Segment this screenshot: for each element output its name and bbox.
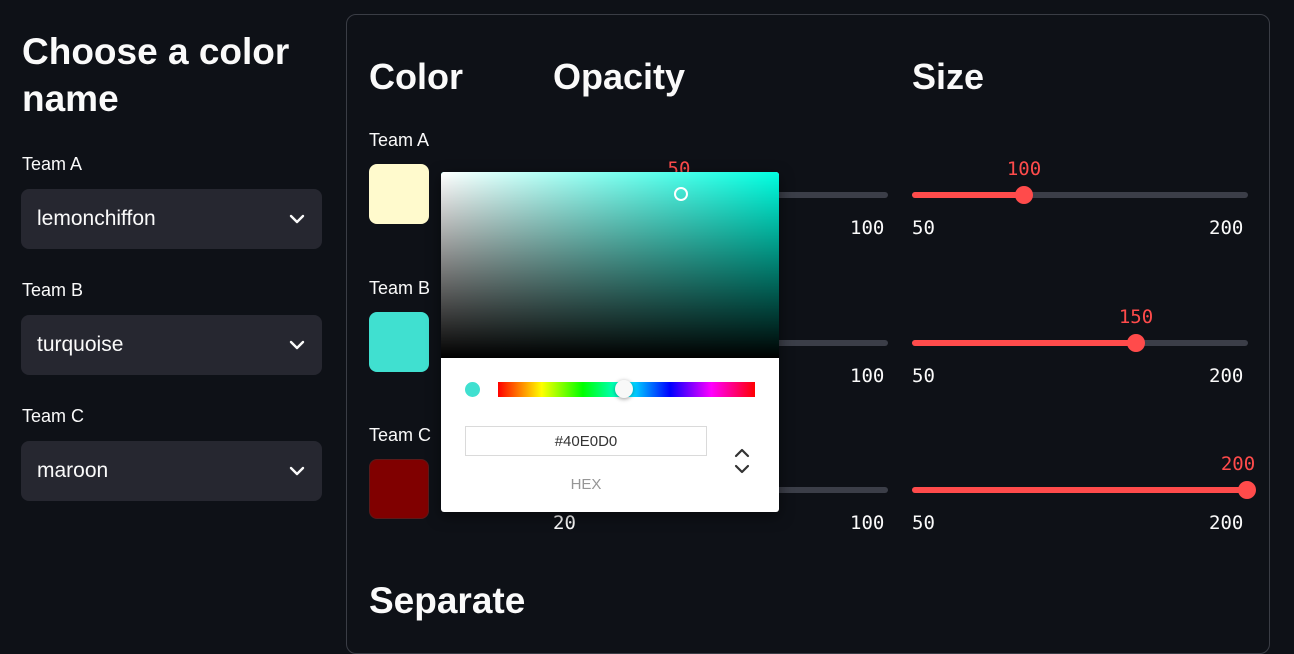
- team-b-color-swatch[interactable]: [369, 312, 429, 372]
- team-c-size-min: 50: [912, 512, 935, 534]
- team-c-label: Team C: [369, 425, 432, 445]
- team-b-size-slider-fill: [912, 340, 1136, 346]
- team-c-select-value: maroon: [37, 459, 109, 482]
- team-c-size-max: 200: [1209, 512, 1244, 534]
- team-c-size-value: 200: [1220, 453, 1256, 475]
- size-column-header: Size: [912, 56, 985, 97]
- team-c-opacity-min: 20: [553, 512, 576, 534]
- team-a-color-swatch[interactable]: [369, 164, 429, 224]
- team-a-select-label: Team A: [22, 154, 83, 174]
- sidebar: Choose a color name Team A lemonchiffon …: [0, 0, 340, 635]
- chevron-down-icon: [289, 214, 305, 224]
- team-a-size-max: 200: [1209, 217, 1244, 239]
- team-a-size-slider-thumb[interactable]: [1015, 186, 1033, 204]
- team-a-color-select[interactable]: lemonchiffon: [21, 189, 322, 249]
- team-a-size-value: 100: [1006, 158, 1042, 180]
- team-b-size-max: 200: [1209, 365, 1244, 387]
- team-b-size-value: 150: [1118, 306, 1154, 328]
- team-a-opacity-max: 100: [850, 217, 885, 239]
- color-mode-toggle-icon[interactable]: [731, 444, 753, 478]
- team-a-label: Team A: [369, 130, 430, 150]
- team-c-color-swatch[interactable]: [369, 459, 429, 519]
- team-a-size-min: 50: [912, 217, 935, 239]
- color-picker-popup: HEX: [441, 172, 779, 512]
- current-color-preview: [465, 382, 480, 397]
- chevron-down-icon: [289, 466, 305, 476]
- opacity-column-header: Opacity: [553, 56, 686, 97]
- hue-slider[interactable]: [498, 380, 755, 398]
- team-c-color-select[interactable]: maroon: [21, 441, 322, 501]
- team-c-opacity-max: 100: [850, 512, 885, 534]
- team-b-select-label: Team B: [22, 280, 84, 300]
- team-c-size-slider-fill: [912, 487, 1248, 493]
- team-b-label: Team B: [369, 278, 431, 298]
- team-a-select-value: lemonchiffon: [37, 207, 156, 230]
- color-column-header: Color: [369, 56, 463, 97]
- sidebar-title: Choose a color name: [22, 31, 290, 119]
- hue-slider-thumb[interactable]: [614, 380, 633, 398]
- team-a-size-slider-fill: [912, 192, 1024, 198]
- team-c-size-slider-thumb[interactable]: [1238, 481, 1256, 499]
- hex-color-input[interactable]: [465, 426, 707, 456]
- team-b-opacity-max: 100: [850, 365, 885, 387]
- team-b-select-value: turquoise: [37, 333, 124, 356]
- team-b-color-select[interactable]: turquoise: [21, 315, 322, 375]
- saturation-brightness-area[interactable]: [441, 172, 779, 358]
- saturation-pointer[interactable]: [673, 187, 688, 202]
- team-b-size-slider-thumb[interactable]: [1127, 334, 1145, 352]
- color-mode-label: HEX: [570, 476, 602, 493]
- team-c-select-label: Team C: [22, 406, 85, 426]
- chevron-down-icon: [289, 340, 305, 350]
- separate-heading: Separate: [369, 580, 526, 621]
- team-b-size-min: 50: [912, 365, 935, 387]
